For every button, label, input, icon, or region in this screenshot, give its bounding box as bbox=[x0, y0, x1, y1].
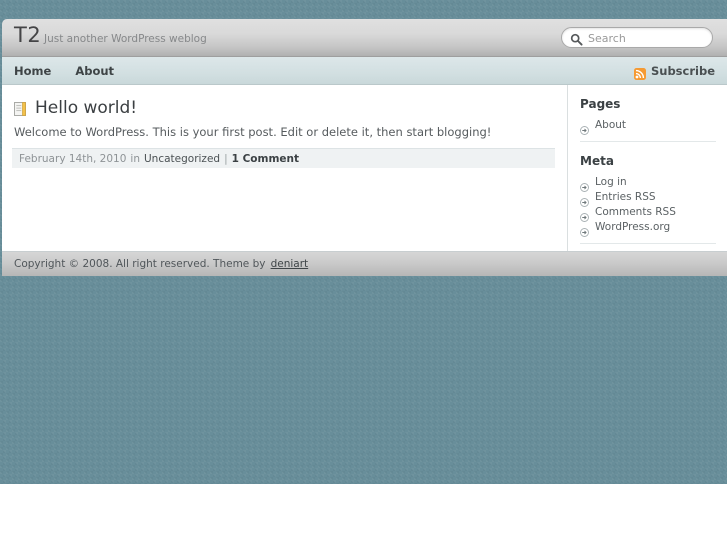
footer-theme-link[interactable]: deniart bbox=[271, 258, 309, 270]
arrow-circle-icon bbox=[580, 192, 589, 207]
search-box[interactable] bbox=[561, 27, 713, 48]
post-meta-bar: February 14th, 2010 in Uncategorized | 1… bbox=[12, 148, 555, 168]
site-container: T2 Just another WordPress weblog Home Ab… bbox=[2, 19, 727, 276]
book-icon bbox=[14, 101, 27, 116]
arrow-circle-icon bbox=[580, 222, 589, 237]
widget-link-about[interactable]: About bbox=[595, 119, 626, 131]
body-area: Hello world! Welcome to WordPress. This … bbox=[2, 85, 727, 251]
widget-pages-list: About bbox=[580, 117, 727, 135]
main-navigation: Home About Subscribe bbox=[2, 57, 727, 85]
widget-pages-title: Pages bbox=[580, 97, 621, 111]
arrow-circle-icon bbox=[580, 177, 589, 192]
rss-icon bbox=[633, 65, 646, 80]
widget-link-entries-rss[interactable]: Entries RSS bbox=[595, 191, 656, 203]
sidebar-divider-bottom bbox=[580, 243, 716, 244]
site-title[interactable]: T2 bbox=[14, 23, 41, 47]
search-icon bbox=[570, 31, 583, 46]
nav-links: Home About bbox=[14, 57, 114, 84]
widget-link-wordpress-org[interactable]: WordPress.org bbox=[595, 221, 670, 233]
widget-link-comments-rss[interactable]: Comments RSS bbox=[595, 206, 676, 218]
subscribe-label: Subscribe bbox=[650, 63, 715, 78]
list-item[interactable]: About bbox=[580, 117, 727, 135]
site-header: T2 Just another WordPress weblog bbox=[2, 19, 727, 57]
site-footer: Copyright © 2008. All right reserved. Th… bbox=[2, 251, 727, 276]
arrow-circle-icon bbox=[580, 207, 589, 222]
list-item[interactable]: Log in bbox=[580, 174, 727, 192]
site-tagline: Just another WordPress weblog bbox=[44, 33, 207, 45]
post-excerpt: Welcome to WordPress. This is your first… bbox=[14, 125, 492, 139]
post-category-link[interactable]: Uncategorized bbox=[144, 153, 220, 165]
footer-copyright: Copyright © 2008. All right reserved. Th… bbox=[14, 258, 266, 270]
widget-link-login[interactable]: Log in bbox=[595, 176, 627, 188]
widget-pages: Pages About bbox=[580, 85, 727, 135]
post-meta-in-label: in bbox=[130, 152, 140, 165]
nav-item-about[interactable]: About bbox=[75, 64, 114, 78]
post-meta-separator: | bbox=[224, 152, 228, 165]
arrow-circle-icon bbox=[580, 120, 589, 135]
subscribe-link[interactable]: Subscribe bbox=[633, 57, 715, 84]
widget-meta-title: Meta bbox=[580, 154, 614, 168]
main-content: Hello world! Welcome to WordPress. This … bbox=[2, 85, 568, 251]
post-date: February 14th, 2010 bbox=[19, 152, 127, 165]
sidebar: Pages About Meta Log in Entries RSS Comm… bbox=[569, 85, 727, 251]
list-item[interactable]: Entries RSS bbox=[580, 189, 727, 207]
post-header: Hello world! bbox=[14, 98, 137, 118]
post-comments-link[interactable]: 1 Comment bbox=[232, 153, 299, 165]
widget-meta-list: Log in Entries RSS Comments RSS WordPres… bbox=[580, 174, 727, 237]
widget-meta: Meta Log in Entries RSS Comments RSS Wor… bbox=[580, 142, 727, 237]
post-title[interactable]: Hello world! bbox=[35, 98, 137, 118]
search-input[interactable] bbox=[586, 30, 708, 47]
list-item[interactable]: Comments RSS bbox=[580, 204, 727, 222]
nav-item-home[interactable]: Home bbox=[14, 64, 51, 78]
list-item[interactable]: WordPress.org bbox=[580, 219, 727, 237]
